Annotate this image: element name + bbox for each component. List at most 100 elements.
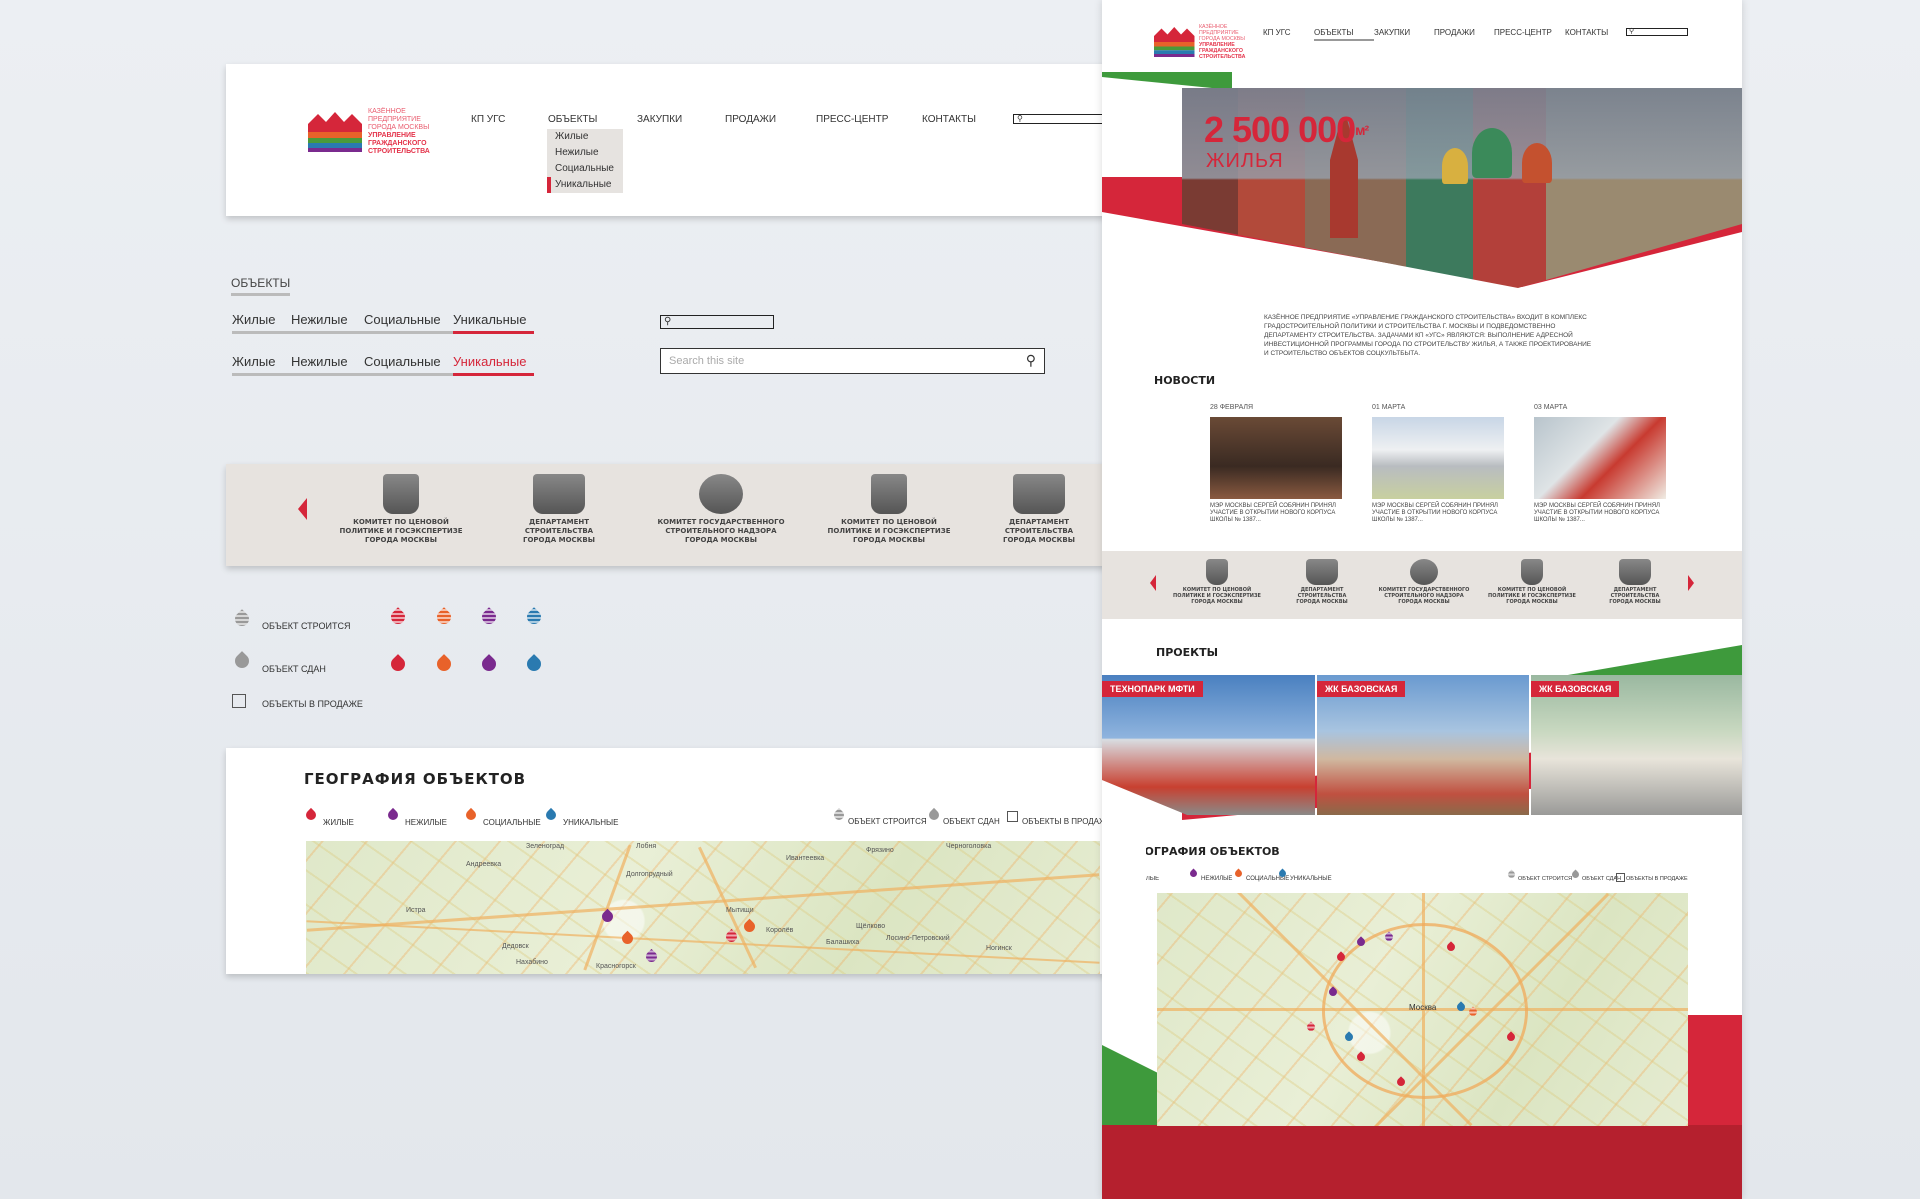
pin-building-gray-icon [1506, 869, 1517, 880]
tab-residential[interactable]: Жилые [232, 312, 291, 334]
nav-item-objects[interactable]: ОБЪЕКТЫ [548, 114, 637, 125]
moscow-emblem-icon [1306, 559, 1338, 585]
nav-item-press[interactable]: ПРЕСС-ЦЕНТР [816, 114, 922, 125]
map-marker-icon[interactable] [741, 918, 758, 935]
pin-residential-done-icon [388, 654, 408, 674]
logo[interactable]: КАЗЁННОЕ ПРЕДПРИЯТИЕ ГОРОДА МОСКВЫ УПРАВ… [308, 108, 430, 156]
dropdown-item[interactable]: Жилые [547, 129, 623, 145]
map-marker-icon[interactable] [1305, 1021, 1317, 1033]
geo-sale-checkbox[interactable] [1616, 873, 1625, 882]
tab-residential[interactable]: Жилые [232, 354, 291, 376]
cathedral-dome [1522, 143, 1552, 183]
pin-nonresidential-icon [1188, 868, 1199, 879]
carousel-item[interactable]: КОМИТЕТ ПО ЦЕНОВОЙ ПОЛИТИКЕ И ГОСЭКСПЕРТ… [1167, 559, 1267, 605]
carousel-item[interactable]: ДЕПАРТАМЕНТ СТРОИТЕЛЬСТВА ГОРОДА МОСКВЫ [984, 474, 1094, 545]
pin-social-done-icon [434, 654, 454, 674]
carousel-item-line: ГОРОДА МОСКВЫ [1296, 599, 1348, 605]
logo-line: УПРАВЛЕНИЕ [368, 132, 416, 139]
nav-item-sales[interactable]: ПРОДАЖИ [725, 114, 816, 125]
news-image[interactable] [1372, 417, 1504, 499]
map-city-label: Москва [1409, 1003, 1437, 1012]
carousel-item-line: ГОРОДА МОСКВЫ [1191, 599, 1243, 605]
carousel-item[interactable]: ДЕПАРТАМЕНТ СТРОИТЕЛЬСТВА ГОРОДА МОСКВЫ [1590, 559, 1680, 605]
news-image[interactable] [1210, 417, 1342, 499]
nav-item-purchases[interactable]: ЗАКУПКИ [1374, 28, 1434, 41]
tab-social[interactable]: Социальные [364, 354, 453, 376]
tab-nonresidential[interactable]: Нежилые [291, 312, 364, 334]
carousel-item[interactable]: ДЕПАРТАМЕНТ СТРОИТЕЛЬСТВА ГОРОДА МОСКВЫ [494, 474, 624, 545]
header-search-input[interactable]: ⚲ [1626, 28, 1688, 36]
news-text[interactable]: МЭР МОСКВЫ СЕРГЕЙ СОБЯНИН ПРИНЯЛ УЧАСТИЕ… [1534, 503, 1664, 524]
nav-item-press[interactable]: ПРЕСС-ЦЕНТР [1494, 28, 1565, 41]
nav-item-kp-ugs[interactable]: КП УГС [471, 114, 548, 125]
news-text[interactable]: МЭР МОСКВЫ СЕРГЕЙ СОБЯНИН ПРИНЯЛ УЧАСТИЕ… [1210, 503, 1340, 524]
objects-title: ОБЪЕКТЫ [231, 276, 291, 296]
hero-number: 2 500 000м² [1204, 109, 1369, 150]
nav-item-kp-ugs[interactable]: КП УГС [1263, 28, 1314, 41]
hero-number-value: 2 500 000 [1204, 109, 1356, 150]
tab-unique[interactable]: Уникальные [453, 312, 534, 334]
moscow-emblem-icon [1521, 559, 1543, 585]
map-road [306, 920, 1100, 964]
geo-map[interactable]: Москва [1157, 893, 1688, 1126]
logo-line: КАЗЁННОЕ [368, 108, 406, 115]
project-label: ТЕХНОПАРК МФТИ [1102, 681, 1203, 697]
carousel-item-line: ДЕПАРТАМЕНТ [529, 518, 589, 526]
logo-line: ГОРОДА МОСКВЫ [1199, 36, 1245, 42]
carousel-item-line: ДЕПАРТАМЕНТ [1009, 518, 1069, 526]
carousel-next-arrow[interactable] [1688, 575, 1694, 591]
sale-checkbox[interactable] [232, 694, 246, 708]
carousel-prev-arrow[interactable] [298, 498, 307, 520]
tabs-row-2: Жилые Нежилые Социальные Уникальные [232, 354, 534, 376]
search-input-large[interactable]: Search this site ⚲ [660, 348, 1045, 374]
pin-social-icon [463, 807, 479, 823]
nav-item-contacts[interactable]: КОНТАКТЫ [1565, 28, 1608, 41]
dropdown-item[interactable]: Уникальные [547, 177, 623, 193]
hero-caption: ЖИЛЬЯ [1206, 150, 1284, 172]
pin-social-building-icon [434, 607, 454, 627]
news-image[interactable] [1534, 417, 1666, 499]
nav-item-sales[interactable]: ПРОДАЖИ [1434, 28, 1494, 41]
dropdown-item[interactable]: Социальные [547, 161, 623, 177]
project-label: ЖК БАЗОВСКАЯ [1317, 681, 1406, 697]
map-marker-icon[interactable] [619, 930, 636, 947]
search-input-small[interactable]: ⚲ [660, 315, 774, 329]
tab-unique[interactable]: Уникальные [453, 354, 534, 376]
carousel-item[interactable]: КОМИТЕТ ПО ЦЕНОВОЙ ПОЛИТИКЕ И ГОСЭКСПЕРТ… [326, 474, 476, 545]
logo[interactable]: КАЗЁННОЕ ПРЕДПРИЯТИЕ ГОРОДА МОСКВЫ УПРАВ… [1154, 24, 1245, 60]
project-card[interactable]: ЖК БАЗОВСКАЯ [1317, 675, 1529, 815]
geo-map[interactable]: Зеленоград Андреевка Лобня Долгопрудный … [306, 841, 1100, 974]
map-town: Лосино-Петровский [886, 935, 950, 942]
partners-carousel: КОМИТЕТ ПО ЦЕНОВОЙ ПОЛИТИКЕ И ГОСЭКСПЕРТ… [1102, 551, 1742, 619]
geo-sale-checkbox[interactable] [1007, 811, 1018, 822]
project-card[interactable]: ЖК БАЗОВСКАЯ [1531, 675, 1742, 815]
map-town: Ногинск [986, 945, 1012, 952]
carousel-prev-arrow[interactable] [1150, 575, 1156, 591]
news-text[interactable]: МЭР МОСКВЫ СЕРГЕЙ СОБЯНИН ПРИНЯЛ УЧАСТИЕ… [1372, 503, 1502, 524]
map-marker-icon[interactable] [643, 948, 660, 965]
carousel-item[interactable]: КОМИТЕТ ПО ЦЕНОВОЙ ПОЛИТИКЕ И ГОСЭКСПЕРТ… [814, 474, 964, 545]
geo-status-label: ОБЪЕКТЫ В ПРОДАЖЕ [1626, 876, 1688, 882]
map-town: Зеленоград [526, 843, 565, 850]
geo-status-label: ОБЪЕКТ СТРОИТСЯ [1518, 876, 1573, 882]
nav-item-purchases[interactable]: ЗАКУПКИ [637, 114, 725, 125]
header-search-input[interactable]: ⚲ [1013, 114, 1105, 124]
tab-nonresidential[interactable]: Нежилые [291, 354, 364, 376]
dropdown-item[interactable]: Нежилые [547, 145, 623, 161]
map-town: Фрязино [866, 847, 894, 854]
tab-social[interactable]: Социальные [364, 312, 453, 334]
search-icon[interactable]: ⚲ [1026, 352, 1036, 369]
map-town: Черноголовка [946, 843, 992, 850]
carousel-item[interactable]: ДЕПАРТАМЕНТ СТРОИТЕЛЬСТВА ГОРОДА МОСКВЫ [1277, 559, 1367, 605]
nav-item-contacts[interactable]: КОНТАКТЫ [922, 114, 976, 125]
carousel-item-line: ГОРОДА МОСКВЫ [1003, 536, 1075, 544]
carousel-item[interactable]: КОМИТЕТ ГОСУДАРСТВЕННОГО СТРОИТЕЛЬНОГО Н… [1374, 559, 1474, 605]
carousel-item[interactable]: КОМИТЕТ ПО ЦЕНОВОЙ ПОЛИТИКЕ И ГОСЭКСПЕРТ… [1482, 559, 1582, 605]
carousel-item-line: КОМИТЕТ ПО ЦЕНОВОЙ [841, 518, 937, 526]
search-icon: ⚲ [1017, 114, 1023, 123]
pin-building-gray-icon [831, 807, 847, 823]
nav-item-objects[interactable]: ОБЪЕКТЫ [1314, 28, 1374, 41]
carousel-item-line: ГОРОДА МОСКВЫ [1506, 599, 1558, 605]
carousel-item-line: КОМИТЕТ ПО ЦЕНОВОЙ [353, 518, 449, 526]
carousel-item[interactable]: КОМИТЕТ ГОСУДАРСТВЕННОГО СТРОИТЕЛЬНОГО Н… [646, 474, 796, 545]
